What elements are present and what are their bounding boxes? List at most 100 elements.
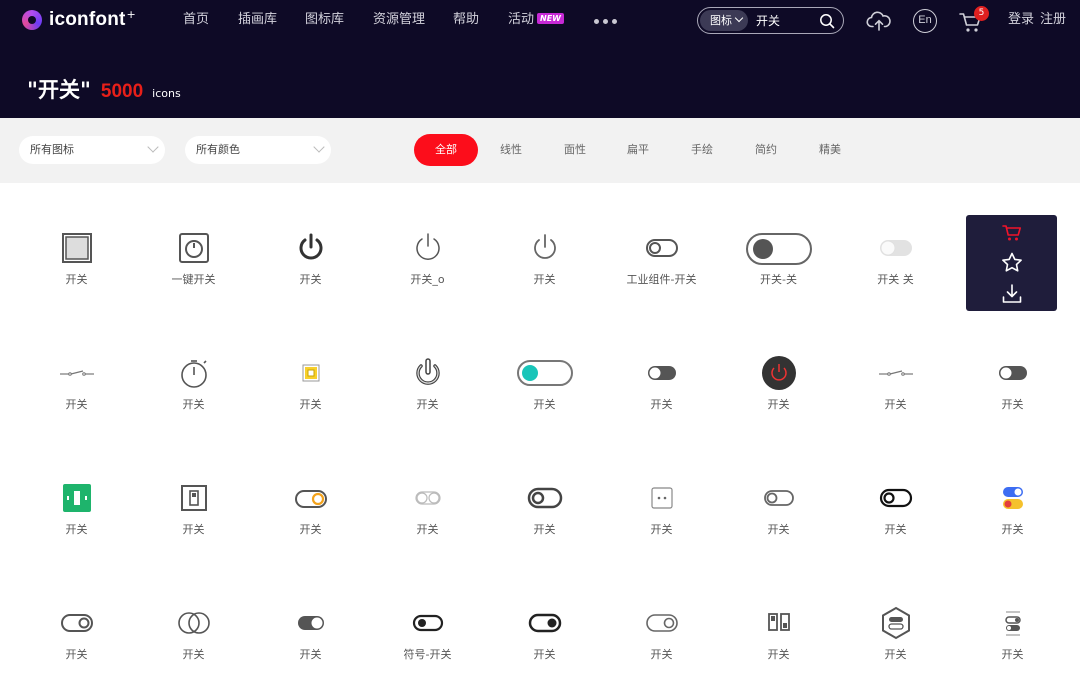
toggle-filled-left-icon: [412, 614, 443, 632]
icon-name-label: 开关: [650, 398, 673, 411]
favorite-star-icon[interactable]: [999, 250, 1025, 276]
more-menu-icon[interactable]: [594, 19, 617, 24]
login-link[interactable]: 登录: [1008, 11, 1034, 29]
icon-card[interactable]: 开关: [18, 583, 135, 680]
language-label: En: [918, 14, 932, 26]
tab-linear[interactable]: 线性: [490, 134, 532, 166]
icon-card[interactable]: 开关: [720, 458, 837, 576]
tab-flat[interactable]: 扁平: [617, 134, 659, 166]
toggle-dark-small-icon: [998, 366, 1027, 380]
icon-card[interactable]: 开关: [18, 333, 135, 451]
tab-exquisite[interactable]: 精美: [809, 134, 851, 166]
toggle-teal-icon: [516, 360, 573, 386]
nav-illustrations[interactable]: 插画库: [238, 10, 277, 30]
icon-name-label: 开关_o: [410, 273, 445, 286]
icon-name-label: 工业组件-开关: [626, 273, 697, 286]
hexagon-toggle-icon: [881, 606, 910, 640]
upload-cloud-icon[interactable]: [866, 8, 892, 34]
icon-card[interactable]: 开关: [720, 583, 837, 680]
chevron-down-icon: [734, 13, 744, 23]
tab-all[interactable]: 全部: [414, 134, 478, 166]
chevron-down-icon: [147, 141, 159, 153]
icon-card[interactable]: 开关: [252, 583, 369, 680]
icon-card[interactable]: 开关: [603, 333, 720, 451]
icon-card[interactable]: 开关: [18, 208, 135, 326]
icon-card[interactable]: 开关: [135, 458, 252, 576]
icon-card[interactable]: 开关: [603, 583, 720, 680]
search-input[interactable]: [756, 11, 816, 30]
toggle-faint-icon: [414, 491, 441, 505]
icon-card[interactable]: 工业组件-开关: [603, 208, 720, 326]
icon-card[interactable]: 开关: [18, 458, 135, 576]
icon-card[interactable]: 符号-开关: [369, 583, 486, 680]
icon-card[interactable]: 开关: [252, 333, 369, 451]
icon-name-label: 开关: [65, 398, 88, 411]
language-switch-button[interactable]: En: [913, 9, 937, 33]
icon-card[interactable]: 开关: [252, 208, 369, 326]
icon-card[interactable]: 开关: [135, 333, 252, 451]
icon-action-panel: [966, 215, 1057, 311]
icon-card[interactable]: 开关: [720, 333, 837, 451]
square-frame-icon: [61, 233, 92, 263]
nav-resource-management[interactable]: 资源管理: [373, 10, 425, 30]
icon-name-label: 开关: [1001, 398, 1024, 411]
nav-icon-library[interactable]: 图标库: [305, 10, 344, 30]
search-bar: 图标: [697, 7, 844, 34]
toggle-large-off-icon: [745, 233, 812, 265]
icon-card[interactable]: 开关-关: [720, 208, 837, 326]
tab-filled[interactable]: 面性: [554, 134, 596, 166]
icon-card[interactable]: 开关: [252, 458, 369, 576]
nav-activity[interactable]: 活动 NEW: [508, 10, 564, 30]
icon-card[interactable]: 开关: [486, 583, 603, 680]
icon-card[interactable]: 开关: [135, 583, 252, 680]
icon-name-label: 开关: [533, 523, 556, 536]
toggle-filled-right-icon: [528, 613, 561, 633]
icon-card[interactable]: 开关: [486, 208, 603, 326]
icon-card[interactable]: 开关: [837, 458, 954, 576]
icon-card[interactable]: 一键开关: [135, 208, 252, 326]
download-icon[interactable]: [999, 281, 1025, 307]
colored-toggles-icon: [1002, 487, 1023, 509]
filter-bar: 所有图标 所有颜色 全部 线性 面性 扁平 手绘 简约 精美: [0, 118, 1080, 183]
icon-name-label: 开关: [767, 523, 790, 536]
search-icon[interactable]: [819, 13, 835, 29]
power-3d-icon: [415, 358, 440, 385]
icon-card[interactable]: 开关: [954, 458, 1071, 576]
nav-help[interactable]: 帮助: [453, 10, 479, 30]
icon-card[interactable]: 开关: [486, 458, 603, 576]
icon-card[interactable]: 开关: [369, 458, 486, 576]
add-to-cart-icon[interactable]: [999, 220, 1025, 246]
double-rect-icon: [767, 613, 790, 631]
nav-home[interactable]: 首页: [183, 10, 209, 30]
color-scope-dropdown[interactable]: 所有颜色: [185, 136, 331, 164]
icon-card[interactable]: 开关_o: [369, 208, 486, 326]
icon-scope-label: 所有图标: [30, 143, 74, 156]
icon-name-label: 开关-关: [760, 273, 797, 286]
icon-card[interactable]: 开关 关: [837, 208, 954, 326]
icon-card[interactable]: 开关: [486, 333, 603, 451]
icon-card[interactable]: 开关: [837, 333, 954, 451]
wall-switch-icon: [180, 485, 207, 511]
icon-scope-dropdown[interactable]: 所有图标: [19, 136, 165, 164]
icon-card[interactable]: 开关: [954, 333, 1071, 451]
icon-name-label: 开关 关: [877, 273, 914, 286]
tab-hand-drawn[interactable]: 手绘: [681, 134, 723, 166]
icon-name-label: 开关: [533, 648, 556, 661]
icon-name-label: 符号-开关: [403, 648, 452, 661]
result-unit: icons: [152, 87, 181, 100]
toggle-orange-icon: [294, 490, 327, 508]
search-type-select[interactable]: 图标: [700, 10, 748, 31]
register-link[interactable]: 注册: [1040, 11, 1066, 29]
toggle-outline-right-icon: [645, 614, 678, 632]
icon-card[interactable]: 开关: [837, 583, 954, 680]
site-logo[interactable]: iconfont +: [22, 8, 136, 32]
icon-card[interactable]: 开关: [954, 583, 1071, 680]
icon-name-label: 开关: [1001, 648, 1024, 661]
icon-name-label: 开关: [533, 398, 556, 411]
chevron-down-icon: [313, 141, 325, 153]
toggle-gray-icon: [763, 490, 794, 506]
search-type-label: 图标: [710, 14, 732, 27]
icon-card[interactable]: 开关: [603, 458, 720, 576]
icon-card[interactable]: 开关: [369, 333, 486, 451]
tab-simple[interactable]: 简约: [745, 134, 787, 166]
